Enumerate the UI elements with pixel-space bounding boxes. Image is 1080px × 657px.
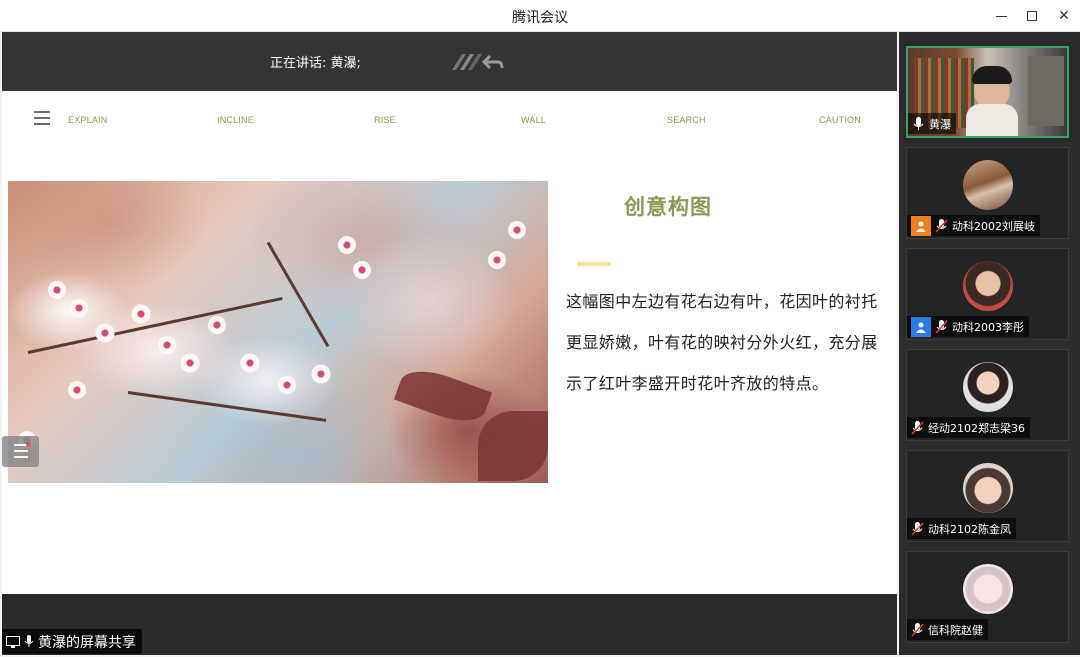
slide-logo-icon <box>452 54 504 70</box>
slide-nav-explain[interactable]: EXPLAIN <box>68 115 107 125</box>
close-icon: ✕ <box>1058 8 1070 24</box>
user-icon <box>911 215 931 236</box>
slide-nav-caution[interactable]: CAUTION <box>819 115 861 125</box>
participant-panel: 黄瀑 动科2002刘展岐 动科2003李彤 经动2102郑志梁36 动科2102… <box>899 32 1080 655</box>
presentation-slide: EXPLAIN INCLINE RISE WALL SEARCH CAUTION <box>2 91 897 594</box>
participant-name: 信科院赵健 <box>928 623 983 637</box>
screen-share-icon <box>6 635 20 648</box>
participant-tile[interactable]: 动科2002刘展岐 <box>906 147 1069 239</box>
speaker-bar: 正在讲话: 黄瀑; <box>2 32 897 91</box>
window-title: 腾讯会议 <box>512 10 568 26</box>
microphone-icon <box>913 116 924 130</box>
participant-name: 动科2102陈金凤 <box>928 522 1011 536</box>
microphone-muted-icon <box>911 622 924 637</box>
participant-name: 动科2003李彤 <box>952 320 1024 334</box>
toolbar-list-button[interactable] <box>2 436 39 467</box>
participant-tile[interactable]: 动科2003李彤 <box>906 248 1069 340</box>
slide-title: 创意构图 <box>624 195 712 219</box>
plum-blossom-photo <box>8 181 548 483</box>
participant-name-tag: 经动2102郑志梁36 <box>907 417 1030 438</box>
slide-body-text: 这幅图中左边有花右边有叶，花因叶的衬托更显娇嫩，叶有花的映衬分外火红，充分展示了… <box>566 292 878 393</box>
user-icon <box>911 316 931 337</box>
speaking-indicator: 正在讲话: 黄瀑; <box>270 56 361 71</box>
participant-tile[interactable]: 动科2102陈金凤 <box>906 450 1069 542</box>
maximize-button[interactable] <box>1014 0 1050 32</box>
participant-name: 经动2102郑志梁36 <box>928 421 1025 435</box>
microphone-muted-icon <box>911 521 924 536</box>
participant-tile[interactable]: 信科院赵健 <box>906 551 1069 643</box>
minimize-icon <box>995 15 1007 17</box>
slide-nav-incline[interactable]: INCLINE <box>217 115 254 125</box>
participant-name-tag: 动科2102陈金凤 <box>907 518 1016 539</box>
slide-nav-rise[interactable]: RISE <box>374 115 396 125</box>
participant-tile[interactable]: 黄瀑 <box>906 46 1069 138</box>
close-button[interactable]: ✕ <box>1046 0 1080 32</box>
participant-tile[interactable]: 经动2102郑志梁36 <box>906 349 1069 441</box>
accent-divider <box>577 262 611 266</box>
microphone-icon <box>24 635 34 647</box>
screen-share-view: 正在讲话: 黄瀑; EXPLAIN INCLINE RISE WALL SEAR… <box>2 32 897 655</box>
microphone-muted-icon <box>911 420 924 435</box>
participant-name-tag: 动科2002刘展岐 <box>907 215 1040 236</box>
maximize-icon <box>1027 11 1037 21</box>
participant-name-tag: 黄瀑 <box>908 113 956 134</box>
microphone-muted-icon <box>935 218 948 233</box>
avatar <box>963 463 1013 513</box>
screen-share-owner: 黄瀑的屏幕共享 <box>38 634 136 651</box>
microphone-muted-icon <box>935 319 948 334</box>
avatar <box>963 564 1013 614</box>
avatar <box>963 160 1013 210</box>
participant-name-tag: 动科2003李彤 <box>907 316 1029 337</box>
avatar <box>963 261 1013 311</box>
participant-name: 动科2002刘展岐 <box>952 219 1035 233</box>
notification-dot-icon <box>26 442 31 447</box>
slide-nav-search[interactable]: SEARCH <box>667 115 706 125</box>
participant-name-tag: 信科院赵健 <box>907 619 988 640</box>
slide-menu-icon[interactable] <box>34 111 50 125</box>
screen-share-label: 黄瀑的屏幕共享 <box>2 629 142 654</box>
participant-name: 黄瀑 <box>929 117 951 131</box>
slide-nav-wall[interactable]: WALL <box>521 115 546 125</box>
window-title-bar: 腾讯会议 ✕ <box>0 0 1080 32</box>
avatar <box>963 362 1013 412</box>
